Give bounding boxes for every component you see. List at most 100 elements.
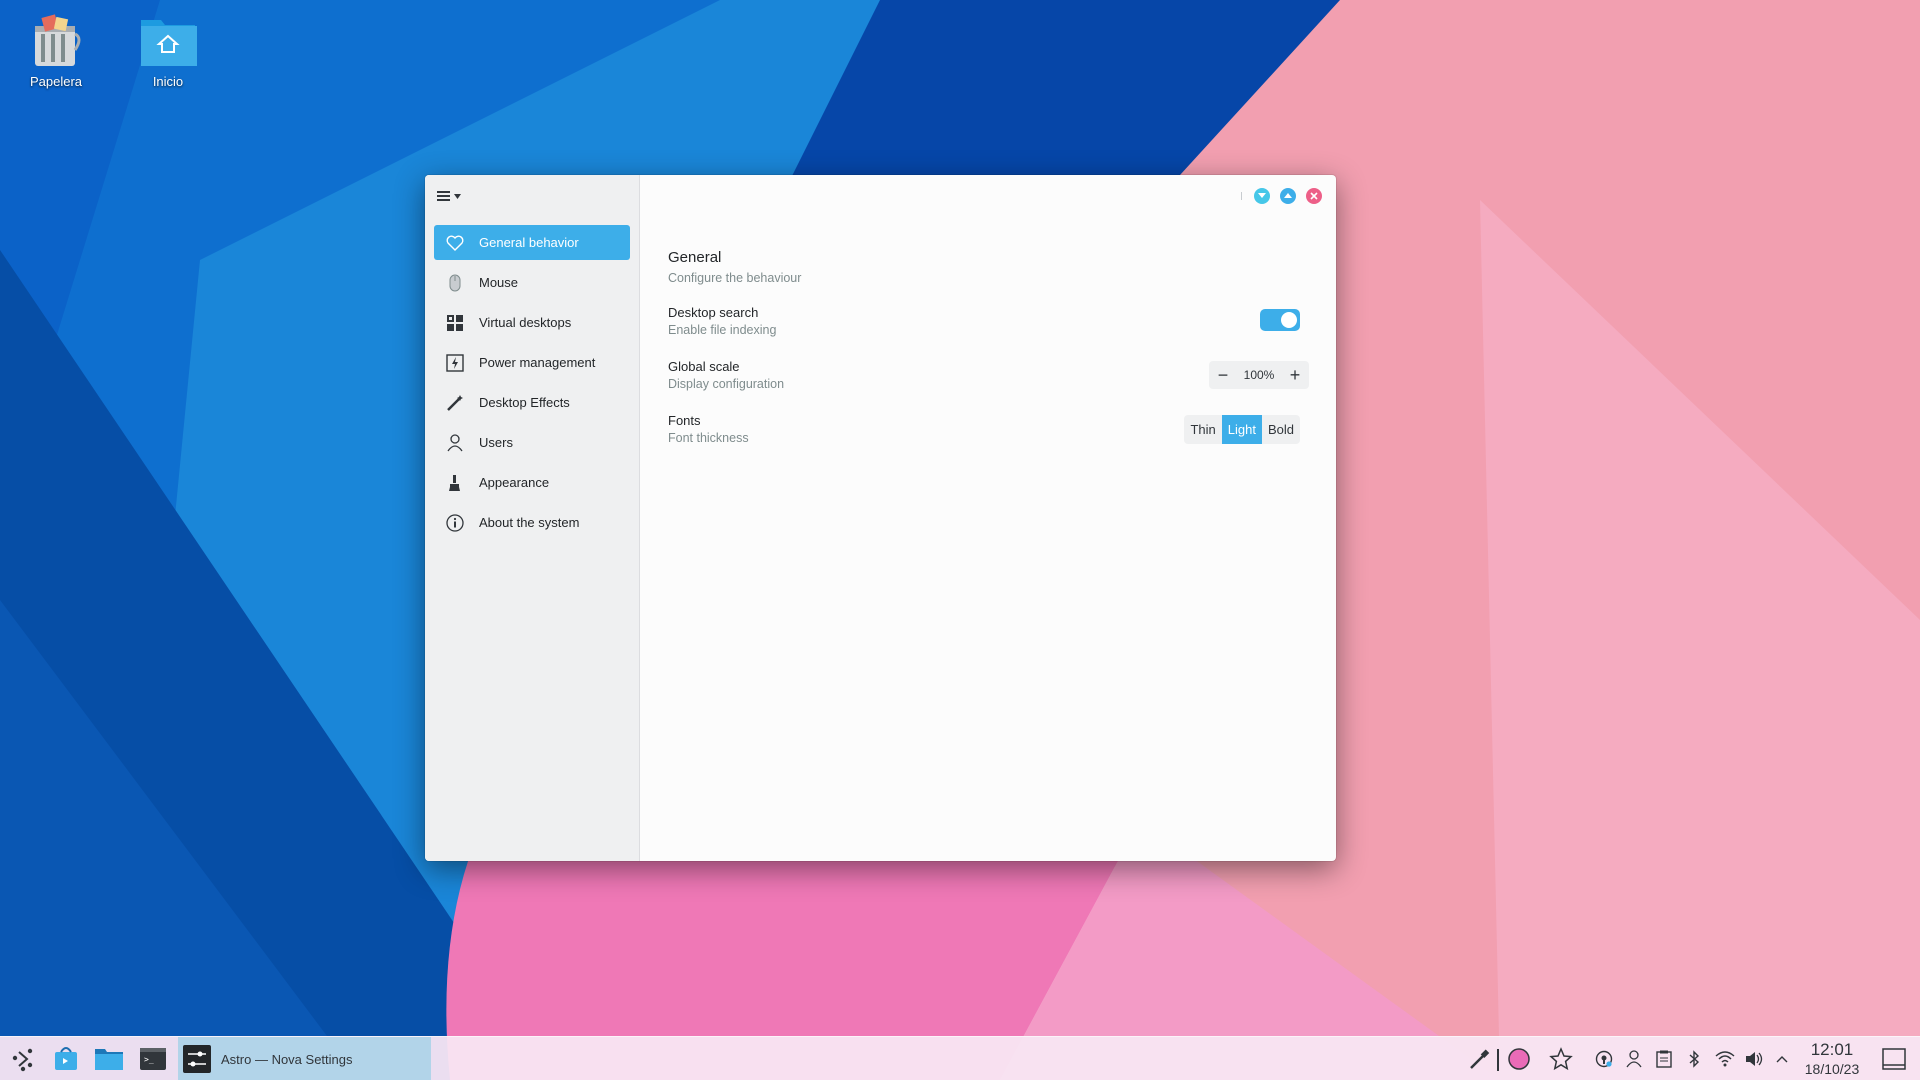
chevron-down-icon	[454, 193, 461, 199]
desktop-icon-home[interactable]: Inicio	[120, 12, 216, 89]
settings-window: General behavior Mouse Virtual desktops …	[425, 175, 1336, 861]
sidebar-item-power-management[interactable]: Power management	[434, 345, 630, 380]
content-pane: General Configure the behaviour Desktop …	[641, 175, 1336, 861]
sidebar-item-label: About the system	[479, 515, 580, 530]
setting-global-scale: Global scale Display configuration − 100…	[668, 359, 1309, 399]
maximize-button[interactable]	[1280, 188, 1296, 204]
trash-icon	[35, 14, 81, 66]
info-icon	[445, 513, 465, 533]
power-icon	[445, 353, 465, 373]
setting-subtitle: Enable file indexing	[668, 323, 777, 337]
show-desktop-icon	[1882, 1048, 1906, 1070]
tray-clipboard-button[interactable]	[1652, 1037, 1676, 1080]
clock-date: 18/10/23	[1804, 1061, 1860, 1077]
bluetooth-icon	[1689, 1050, 1700, 1068]
color-picker-icon	[1470, 1049, 1490, 1069]
font-option-thin[interactable]: Thin	[1184, 415, 1221, 444]
taskbar: >_ Astro — Nova Settings 12:01 18/10/23	[0, 1036, 1920, 1080]
desktop-icon-trash[interactable]: Papelera	[8, 12, 104, 89]
brush-icon	[445, 473, 465, 493]
home-folder-icon	[141, 20, 197, 66]
user-icon	[1626, 1050, 1642, 1068]
hamburger-menu-icon	[437, 191, 450, 201]
tray-bluetooth-button[interactable]	[1682, 1037, 1706, 1080]
minimize-button[interactable]	[1254, 188, 1270, 204]
toggle-knob	[1281, 312, 1297, 328]
mouse-icon	[445, 273, 465, 293]
virtual-desktops-icon	[445, 313, 465, 333]
tray-network-button[interactable]	[1712, 1037, 1738, 1080]
tray-volume-button[interactable]	[1742, 1037, 1766, 1080]
desktop-search-toggle[interactable]	[1260, 309, 1300, 331]
settings-app-icon	[183, 1045, 211, 1073]
sidebar-item-appearance[interactable]: Appearance	[434, 465, 630, 500]
decrease-button[interactable]: −	[1209, 361, 1237, 389]
sidebar-nav: General behavior Mouse Virtual desktops …	[434, 225, 630, 545]
taskbar-clock[interactable]: 12:01 18/10/23	[1796, 1040, 1868, 1078]
taskbar-active-window[interactable]: Astro — Nova Settings	[178, 1037, 431, 1080]
color-swatch-icon	[1508, 1048, 1530, 1070]
sidebar-item-label: Users	[479, 435, 513, 450]
sidebar-item-general-behavior[interactable]: General behavior	[434, 225, 630, 260]
setting-desktop-search: Desktop search Enable file indexing	[668, 305, 1309, 345]
taskbar-app-terminal[interactable]: >_	[134, 1037, 172, 1080]
hamburger-menu-button[interactable]	[437, 185, 467, 207]
scale-value: 100%	[1243, 368, 1275, 382]
titlebar-separator	[1241, 192, 1242, 200]
sidebar: General behavior Mouse Virtual desktops …	[425, 175, 640, 861]
show-desktop-button[interactable]	[1878, 1037, 1910, 1080]
desktop-icon-label: Inicio	[152, 74, 184, 89]
terminal-icon: >_	[140, 1048, 166, 1070]
tray-separator	[1497, 1049, 1499, 1071]
sidebar-item-desktop-effects[interactable]: Desktop Effects	[434, 385, 630, 420]
page-subtitle: Configure the behaviour	[668, 271, 802, 285]
font-option-light[interactable]: Light	[1221, 415, 1262, 444]
increase-button[interactable]: +	[1281, 361, 1309, 389]
folder-icon	[95, 1049, 123, 1070]
setting-fonts: Fonts Font thickness Thin Light Bold	[668, 413, 1309, 453]
favorites-button[interactable]	[1546, 1037, 1576, 1080]
sidebar-item-label: Appearance	[479, 475, 550, 490]
clock-time: 12:01	[1810, 1040, 1854, 1059]
sidebar-item-about[interactable]: About the system	[434, 505, 630, 540]
sidebar-item-label: Desktop Effects	[479, 395, 570, 410]
close-button[interactable]	[1306, 188, 1322, 204]
color-picker-button[interactable]	[1466, 1037, 1492, 1080]
volume-icon	[1746, 1052, 1763, 1066]
sidebar-item-virtual-desktops[interactable]: Virtual desktops	[434, 305, 630, 340]
page-title: General	[668, 249, 722, 266]
svg-text:>_: >_	[144, 1055, 154, 1064]
heart-icon	[445, 233, 465, 253]
global-scale-stepper: − 100% +	[1209, 361, 1309, 389]
sidebar-item-label: Virtual desktops	[479, 315, 572, 330]
chevron-up-icon	[1776, 1056, 1788, 1063]
font-option-bold[interactable]: Bold	[1262, 415, 1300, 444]
font-thickness-selector: Thin Light Bold	[1184, 415, 1300, 444]
clipboard-icon	[1656, 1050, 1672, 1068]
window-controls	[1241, 188, 1322, 204]
app-launcher-button[interactable]	[4, 1037, 42, 1080]
user-icon	[445, 433, 465, 453]
tray-expand-button[interactable]	[1772, 1037, 1792, 1080]
software-store-icon	[55, 1047, 77, 1070]
taskbar-app-files[interactable]	[90, 1037, 128, 1080]
sidebar-item-label: General behavior	[479, 235, 579, 250]
star-icon	[1549, 1047, 1573, 1071]
sidebar-item-label: Mouse	[479, 275, 519, 290]
desktop-icon-label: Papelera	[29, 74, 83, 89]
setting-title: Desktop search	[668, 305, 759, 320]
sidebar-item-users[interactable]: Users	[434, 425, 630, 460]
app-launcher-icon	[12, 1048, 33, 1072]
color-swatch-button[interactable]	[1504, 1037, 1534, 1080]
sidebar-item-mouse[interactable]: Mouse	[434, 265, 630, 300]
tray-vault-button[interactable]	[1592, 1037, 1616, 1080]
chevron-up-icon	[1284, 193, 1292, 198]
tray-user-button[interactable]	[1622, 1037, 1646, 1080]
taskbar-app-discover[interactable]	[48, 1037, 84, 1080]
taskbar-window-title: Astro — Nova Settings	[221, 1051, 353, 1067]
sidebar-item-label: Power management	[479, 355, 596, 370]
vault-icon	[1595, 1050, 1613, 1068]
effects-wand-icon	[445, 393, 465, 413]
close-icon	[1310, 192, 1318, 200]
chevron-down-icon	[1258, 193, 1266, 198]
